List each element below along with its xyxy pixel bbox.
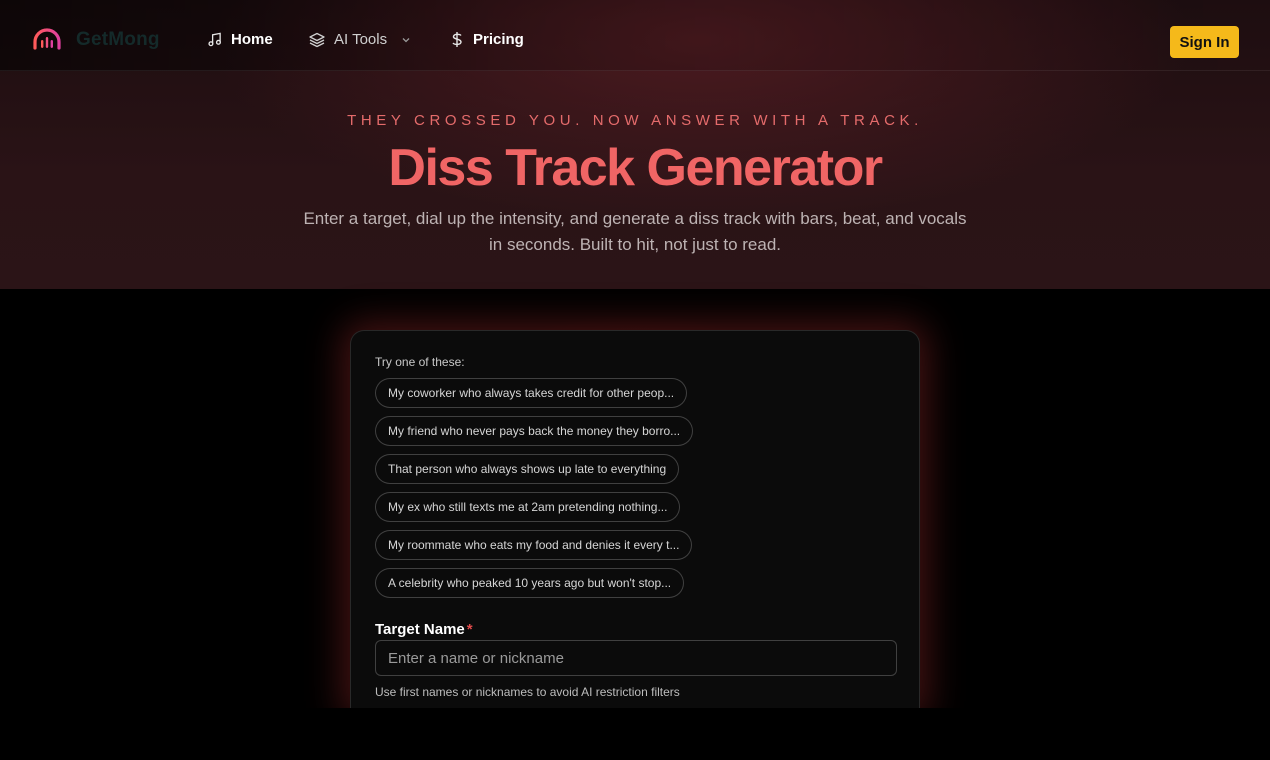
suggestion-chip[interactable]: My friend who never pays back the money … bbox=[375, 416, 694, 446]
page-title: Diss Track Generator bbox=[388, 139, 883, 197]
suggestions-label: Try one of these: bbox=[375, 355, 465, 369]
suggestion-chip[interactable]: That person who always shows up late to … bbox=[375, 454, 680, 484]
nav-pricing-label: Pricing bbox=[473, 31, 524, 48]
page-bottom bbox=[0, 708, 1270, 760]
suggestion-chip[interactable]: A celebrity who peaked 10 years ago but … bbox=[375, 568, 685, 598]
sign-in-button[interactable]: Sign In bbox=[1170, 26, 1239, 58]
chevron-down-icon bbox=[402, 37, 410, 42]
brand-name: GetMong bbox=[76, 29, 160, 50]
suggestion-chip[interactable]: My coworker who always takes credit for … bbox=[375, 378, 688, 408]
music-note-icon bbox=[208, 32, 221, 47]
nav-pricing[interactable]: Pricing bbox=[450, 31, 524, 48]
layers-icon bbox=[309, 32, 325, 47]
dollar-icon bbox=[452, 32, 462, 47]
nav-ai-tools-dropdown[interactable]: AI Tools bbox=[309, 31, 411, 48]
brand-logo[interactable]: GetMong bbox=[32, 28, 160, 52]
suggestion-chip[interactable]: My ex who still texts me at 2am pretendi… bbox=[375, 492, 681, 522]
target-name-input[interactable] bbox=[375, 640, 897, 676]
hero-subtitle: Enter a target, dial up the intensity, a… bbox=[303, 209, 967, 254]
required-mark: * bbox=[466, 621, 473, 638]
suggestion-chip[interactable]: My roommate who eats my food and denies … bbox=[375, 530, 693, 560]
navbar: GetMong Home AI Tools Pricing Sign In bbox=[0, 0, 1270, 71]
nav-ai-tools-label: AI Tools bbox=[334, 31, 388, 48]
nav-home-label: Home bbox=[231, 31, 273, 48]
generator-form-card: Try one of these: My coworker who always… bbox=[350, 330, 920, 710]
suggestion-list: My coworker who always takes credit for … bbox=[375, 378, 694, 606]
headphones-logo-icon bbox=[33, 28, 61, 50]
target-name-hint: Use first names or nicknames to avoid AI… bbox=[375, 685, 680, 699]
target-name-label: Target Name * bbox=[375, 621, 473, 638]
nav-home[interactable]: Home bbox=[207, 31, 273, 48]
target-name-label-text: Target Name bbox=[375, 621, 465, 638]
hero-eyebrow: THEY CROSSED YOU. NOW ANSWER WITH A TRAC… bbox=[347, 112, 923, 129]
